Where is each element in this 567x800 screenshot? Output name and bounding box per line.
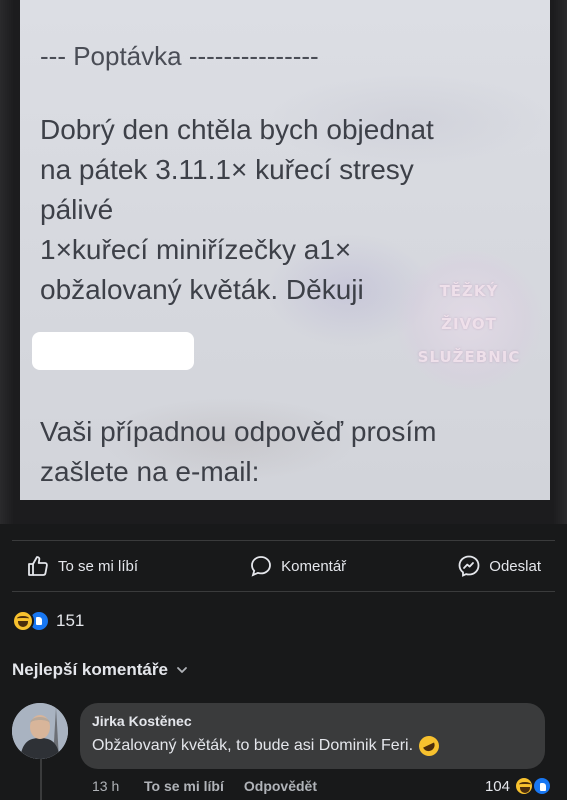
comment-reactions[interactable]: 104 bbox=[485, 776, 552, 796]
reaction-count: 151 bbox=[56, 611, 85, 630]
comment-text: Obžalovaný květák, to bude asi Dominik F… bbox=[92, 737, 414, 754]
phone-screen: --- Poptávka --------------- Dobrý den c… bbox=[20, 0, 550, 500]
comment-meta: 13 h To se mi líbí Odpovědět 104 bbox=[92, 776, 552, 796]
comment-reaction-count: 104 bbox=[484, 777, 510, 795]
comment-button[interactable]: Komentář bbox=[249, 554, 346, 578]
like-reaction-icon bbox=[532, 776, 552, 796]
inquiry-heading: --- Poptávka --------------- bbox=[40, 41, 319, 71]
send-button[interactable]: Odeslat bbox=[457, 554, 541, 578]
avatar[interactable] bbox=[12, 703, 68, 759]
reply-note: Vaši případnou odpověď prosím zašlete na… bbox=[40, 416, 437, 487]
screenshot-photo: --- Poptávka --------------- Dobrý den c… bbox=[0, 0, 567, 524]
post-action-bar: To se mi líbí Komentář Odeslat bbox=[12, 540, 555, 592]
rofl-emoji-icon bbox=[415, 732, 443, 760]
send-label: Odeslat bbox=[489, 557, 541, 575]
watermark-logo: TĚŽKÝ ŽIVOT SLUŽEBNIC bbox=[394, 250, 544, 390]
comment-text-row: Obžalovaný květák, to bude asi Dominik F… bbox=[92, 732, 533, 760]
comment-thread-line bbox=[40, 752, 42, 800]
chevron-down-icon bbox=[177, 667, 187, 673]
thumbs-up-icon bbox=[28, 556, 48, 576]
avatar-photo bbox=[12, 703, 68, 759]
like-button[interactable]: To se mi líbí bbox=[26, 554, 138, 578]
watermark-text: TĚŽKÝ ŽIVOT SLUŽEBNIC bbox=[417, 282, 521, 366]
reaction-summary[interactable]: 151 bbox=[12, 608, 84, 634]
comment-time[interactable]: 13 h bbox=[92, 778, 144, 794]
haha-reaction-icon bbox=[514, 776, 534, 796]
comment-label: Komentář bbox=[281, 557, 347, 575]
messenger-icon bbox=[458, 555, 480, 577]
comment-author[interactable]: Jirka Kostěnec bbox=[92, 712, 533, 730]
comment-like-button[interactable]: To se mi líbí bbox=[144, 778, 224, 794]
comment-reply-button[interactable]: Odpovědět bbox=[244, 778, 317, 794]
comment-sort-dropdown[interactable]: Nejlepší komentáře bbox=[12, 660, 188, 680]
comment-bubble: Jirka Kostěnec Obžalovaný květák, to bud… bbox=[80, 703, 545, 769]
comment-sort-label: Nejlepší komentáře bbox=[12, 660, 168, 679]
redacted-name bbox=[32, 332, 194, 370]
like-label: To se mi líbí bbox=[58, 557, 139, 575]
comment-bubble-icon bbox=[251, 556, 272, 577]
haha-reaction-icon bbox=[12, 610, 34, 632]
